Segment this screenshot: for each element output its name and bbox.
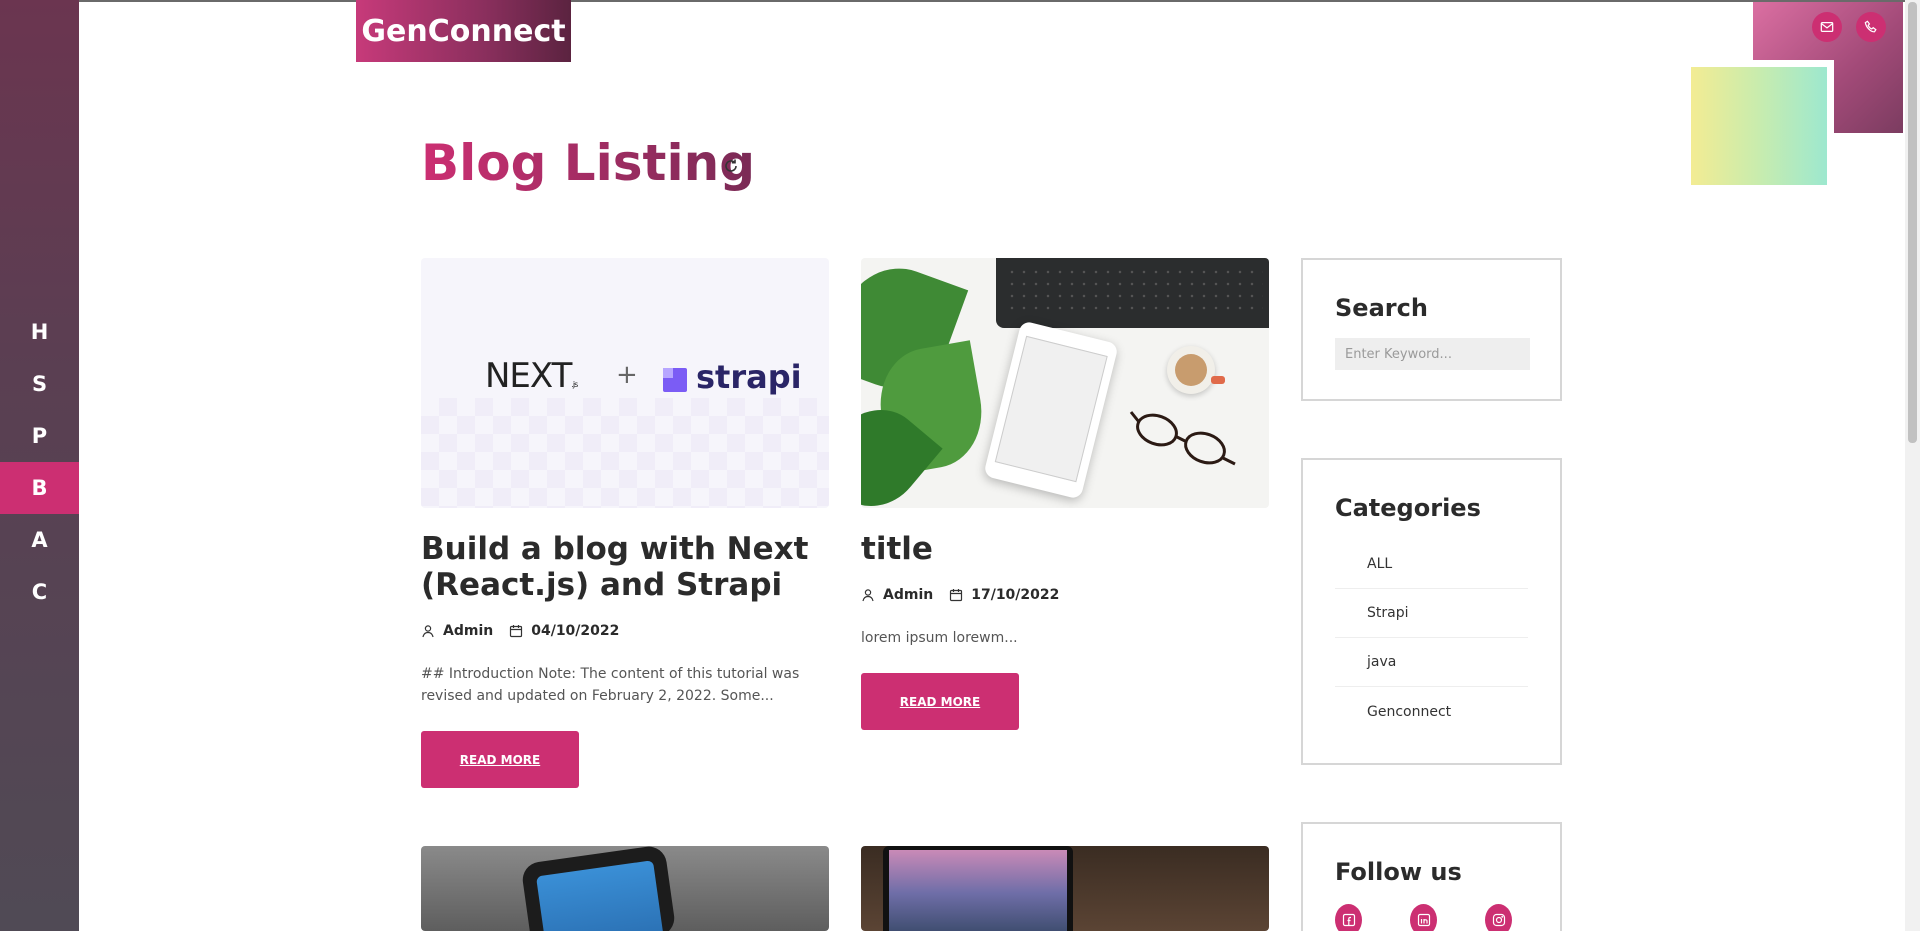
side-navigation: H S P B A C xyxy=(0,0,79,931)
calendar-icon xyxy=(510,625,523,638)
facebook-icon[interactable] xyxy=(1335,904,1362,931)
keyboard-graphic xyxy=(996,258,1269,328)
checker-pattern xyxy=(421,398,829,508)
post-meta: Admin 17/10/2022 xyxy=(861,587,1269,603)
post-image[interactable] xyxy=(861,846,1269,931)
post-excerpt: lorem ipsum lorewm... xyxy=(861,630,1018,646)
plus-sign: + xyxy=(616,360,638,390)
linkedin-icon[interactable] xyxy=(1410,904,1437,931)
date-text: 04/10/2022 xyxy=(531,623,620,639)
glasses-graphic xyxy=(1129,411,1236,466)
categories-widget: Categories ALL Strapi java Genconnect xyxy=(1301,458,1562,765)
mail-icon[interactable] xyxy=(1812,12,1842,42)
category-item-java[interactable]: java xyxy=(1335,638,1528,687)
post-image[interactable]: NEXT.js + strapi xyxy=(421,258,829,508)
strapi-logo-mark xyxy=(663,368,687,392)
category-item-genconnect[interactable]: Genconnect xyxy=(1335,687,1528,736)
strapi-logo-text: strapi xyxy=(696,358,802,396)
nextjs-logo-sub: .js xyxy=(571,380,578,389)
post-card xyxy=(421,846,829,931)
categories-widget-title: Categories xyxy=(1335,494,1481,522)
nav-item-h[interactable]: H xyxy=(0,306,79,358)
post-image[interactable] xyxy=(421,846,829,931)
refresh-icon[interactable] xyxy=(722,157,740,175)
follow-widget-title: Follow us xyxy=(1335,858,1462,886)
social-links xyxy=(1335,904,1560,931)
nextjs-logo: NEXT.js xyxy=(485,356,578,396)
read-more-button[interactable]: READ MORE xyxy=(421,731,579,788)
category-item-strapi[interactable]: Strapi xyxy=(1335,589,1528,638)
laptop-graphic xyxy=(883,846,1073,931)
scrollbar-thumb[interactable] xyxy=(1908,2,1917,443)
user-icon xyxy=(862,589,874,602)
calendar-icon xyxy=(950,589,963,602)
post-title[interactable]: Build a blog with Next (React.js) and St… xyxy=(421,531,829,603)
page-scrollbar[interactable] xyxy=(1905,0,1920,931)
nav-item-c[interactable]: C xyxy=(0,566,79,618)
post-meta: Admin 04/10/2022 xyxy=(421,623,829,639)
post-image[interactable] xyxy=(861,258,1269,508)
post-title[interactable]: title xyxy=(861,531,1269,567)
tablet-graphic xyxy=(983,320,1119,500)
nextjs-logo-text: NEXT xyxy=(485,356,572,396)
top-border xyxy=(79,0,1905,2)
phone-icon[interactable] xyxy=(1856,12,1886,42)
post-card: NEXT.js + strapi Build a blog with Next … xyxy=(421,258,829,788)
post-card: title Admin 17/10/2022 lorem ipsum lorew… xyxy=(861,258,1269,730)
author-name: Admin xyxy=(443,623,494,639)
search-widget-title: Search xyxy=(1335,294,1428,322)
page-title: Blog Listing xyxy=(421,134,755,192)
user-icon xyxy=(422,625,434,638)
nav-item-a[interactable]: A xyxy=(0,514,79,566)
cup-handle xyxy=(1211,376,1225,384)
nav-item-p[interactable]: P xyxy=(0,410,79,462)
category-list: ALL Strapi java Genconnect xyxy=(1335,540,1528,736)
decor-gradient-block xyxy=(1691,67,1827,185)
read-more-button[interactable]: READ MORE xyxy=(861,673,1019,730)
search-input[interactable] xyxy=(1335,338,1530,370)
post-excerpt: ## Introduction Note: The content of thi… xyxy=(421,666,800,704)
follow-widget: Follow us xyxy=(1301,822,1562,931)
category-item-all[interactable]: ALL xyxy=(1335,540,1528,589)
brand-logo[interactable]: GenConnect xyxy=(356,0,571,62)
coffee-cup xyxy=(1167,346,1215,394)
post-date: 17/10/2022 xyxy=(949,587,1059,603)
author-name: Admin xyxy=(883,587,934,603)
post-author: Admin xyxy=(421,623,493,639)
search-widget: Search xyxy=(1301,258,1562,401)
date-text: 17/10/2022 xyxy=(971,587,1060,603)
nav-item-s[interactable]: S xyxy=(0,358,79,410)
nav-item-b[interactable]: B xyxy=(0,462,79,514)
post-card xyxy=(861,846,1269,931)
post-author: Admin xyxy=(861,587,933,603)
instagram-icon[interactable] xyxy=(1485,904,1512,931)
post-date: 04/10/2022 xyxy=(509,623,619,639)
